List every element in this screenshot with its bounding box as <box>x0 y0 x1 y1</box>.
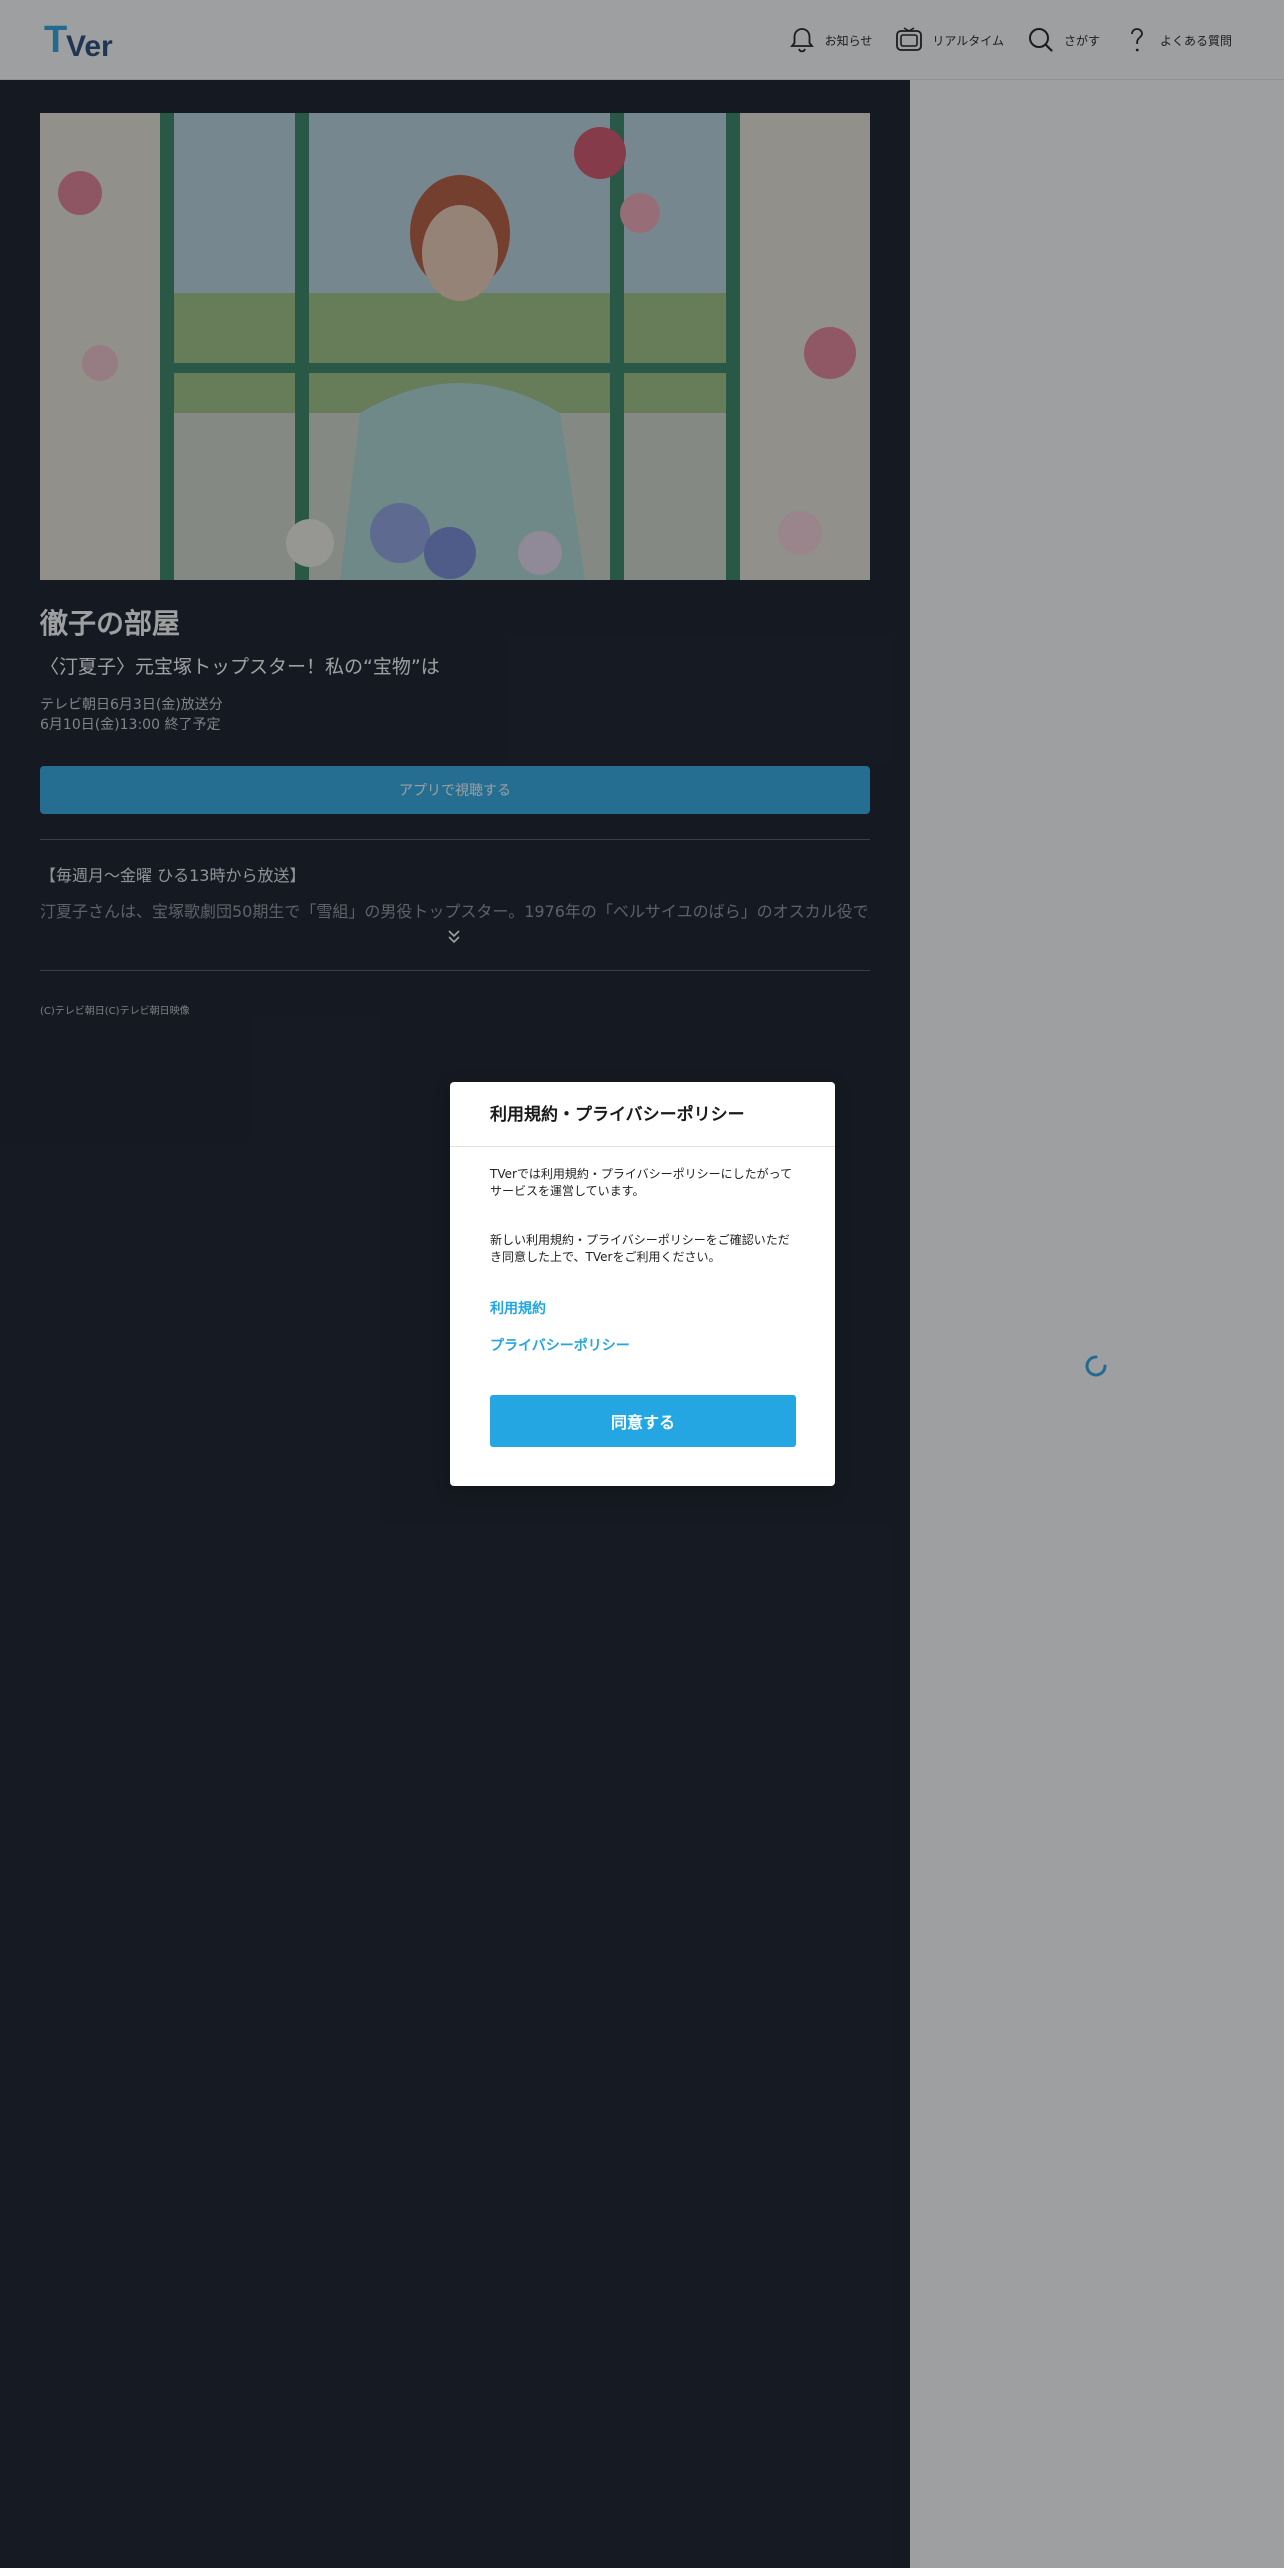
dialog-title: 利用規約・プライバシーポリシー <box>490 1105 745 1125</box>
terms-link[interactable]: 利用規約 <box>490 1298 546 1318</box>
dialog-text-1: TVerでは利用規約・プライバシーポリシーにしたがってサービスを運営しています。 <box>490 1167 793 1198</box>
dialog-text-2: 新しい利用規約・プライバシーポリシーをご確認いただき同意した上で、TVerをご利… <box>490 1233 790 1264</box>
privacy-policy-link[interactable]: プライバシーポリシー <box>490 1335 630 1355</box>
terms-consent-dialog: 利用規約・プライバシーポリシー TVerでは利用規約・プライバシーポリシーにした… <box>450 1082 835 1486</box>
agree-button[interactable]: 同意する <box>490 1395 796 1447</box>
dialog-divider <box>450 1146 835 1147</box>
